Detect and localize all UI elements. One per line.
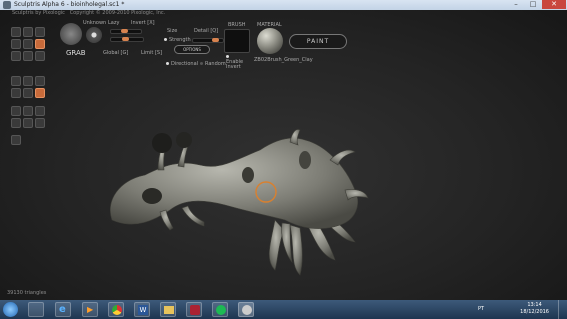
window-title-bar: Sculptris Alpha 6 - bioinholegal.sc1 * –…: [0, 0, 567, 10]
material-name: ZB02Brush_Green_Clay: [254, 57, 313, 63]
explorer-folder-icon[interactable]: [160, 302, 176, 317]
language-indicator[interactable]: PT: [478, 306, 484, 312]
detail-slider-knob[interactable]: [212, 38, 219, 42]
explorer-icon[interactable]: [28, 302, 44, 317]
sculpt-model[interactable]: [100, 120, 375, 280]
maximize-button[interactable]: □: [525, 0, 541, 9]
minimize-button[interactable]: –: [508, 0, 524, 9]
model-spot: [142, 188, 162, 204]
tool-button[interactable]: [23, 27, 33, 37]
tool-button[interactable]: [35, 118, 45, 128]
show-desktop-button[interactable]: [558, 300, 567, 319]
limit-toggle[interactable]: Limit [S]: [141, 50, 162, 56]
tool-button[interactable]: [23, 51, 33, 61]
tool-button[interactable]: [11, 106, 21, 116]
clock-date: 18/12/2016: [520, 309, 549, 315]
directional-option: Directional: [166, 61, 198, 67]
directional-label: Directional: [171, 61, 199, 67]
enable-invert-radio[interactable]: [226, 55, 229, 58]
tool-button[interactable]: [11, 51, 21, 61]
start-orb-icon[interactable]: [3, 302, 18, 317]
eye-ball-left: [152, 133, 172, 153]
tool-button[interactable]: [11, 88, 21, 98]
eye-ball-right: [176, 132, 192, 148]
tool-button[interactable]: [35, 51, 45, 61]
sculpt-viewport[interactable]: Sculptris by Pixologic Copyright © 2009-…: [0, 10, 567, 300]
sculptris-app-icon: [3, 1, 11, 9]
size-slider-knob[interactable]: [122, 37, 129, 41]
window-title: Sculptris Alpha 6 - bioinholegal.sc1 *: [14, 1, 125, 8]
strength-option: Strength: [164, 37, 191, 43]
tool-button[interactable]: [35, 27, 45, 37]
grab-tool-button[interactable]: [35, 39, 45, 49]
enable-invert-option: Enable Invert: [226, 55, 246, 70]
ie-icon[interactable]: e: [55, 302, 71, 317]
clock[interactable]: 13:14 18/12/2016: [520, 302, 549, 316]
tool-button[interactable]: [35, 76, 45, 86]
tool-button[interactable]: [23, 118, 33, 128]
tool-button[interactable]: [35, 106, 45, 116]
tool-button[interactable]: [11, 118, 21, 128]
model-spot: [299, 151, 311, 169]
tool-button[interactable]: [11, 39, 21, 49]
strength-label: Strength: [169, 37, 191, 43]
random-radio[interactable]: [200, 62, 203, 65]
word-icon[interactable]: W: [134, 302, 150, 317]
game-icon[interactable]: [186, 302, 202, 317]
triangle-count: 39130 triangles: [7, 290, 47, 296]
size-label: Size: [167, 28, 178, 34]
random-option: Random: [200, 61, 226, 67]
lazy-label: Lazy: [108, 20, 120, 26]
media-player-icon[interactable]: ▶: [82, 302, 98, 317]
unknown-label: Unknown: [83, 20, 107, 26]
options-button[interactable]: OPTIONS: [174, 45, 210, 54]
tool-button[interactable]: [11, 135, 21, 145]
random-label: Random: [205, 61, 226, 67]
taskbar: e ▶ W PT 13:14 18/12/2016: [0, 300, 567, 319]
brush-section-label: BRUSH: [228, 22, 246, 28]
directional-radio[interactable]: [166, 62, 169, 65]
enable-invert-label: Enable Invert: [226, 59, 244, 70]
tool-button[interactable]: [11, 27, 21, 37]
strength-radio[interactable]: [164, 38, 167, 41]
material-preview-sphere[interactable]: [257, 28, 283, 54]
tool-button[interactable]: [23, 39, 33, 49]
detail-slider[interactable]: [192, 38, 224, 43]
chrome-icon[interactable]: [108, 302, 124, 317]
close-button[interactable]: ✕: [542, 0, 566, 9]
brush-preview-icon[interactable]: [86, 27, 102, 43]
tool-button[interactable]: [23, 88, 33, 98]
global-toggle[interactable]: Global [G]: [103, 50, 128, 56]
detail-label: Detail [Q]: [194, 28, 219, 34]
brand-text: Sculptris by Pixologic: [12, 10, 65, 16]
spotify-icon[interactable]: [212, 302, 228, 317]
app-header: Sculptris by Pixologic Copyright © 2009-…: [12, 10, 165, 17]
invert-toggle[interactable]: Invert [X]: [131, 20, 155, 26]
brush-alpha-slot[interactable]: [224, 29, 250, 53]
tool-name: GRAB: [66, 49, 86, 57]
symmetry-tool-button[interactable]: [35, 88, 45, 98]
clock-time: 13:14: [527, 302, 542, 308]
grab-tool-icon[interactable]: [60, 23, 82, 45]
tool-button[interactable]: [23, 76, 33, 86]
tool-button[interactable]: [11, 76, 21, 86]
model-spot: [242, 167, 254, 183]
lazy-slider-knob[interactable]: [121, 29, 128, 33]
sculptris-icon[interactable]: [238, 302, 254, 317]
paint-button[interactable]: PAINT: [289, 34, 347, 49]
copyright-text: Copyright © 2009-2010 Pixologic, Inc.: [69, 10, 166, 16]
tool-button[interactable]: [23, 106, 33, 116]
